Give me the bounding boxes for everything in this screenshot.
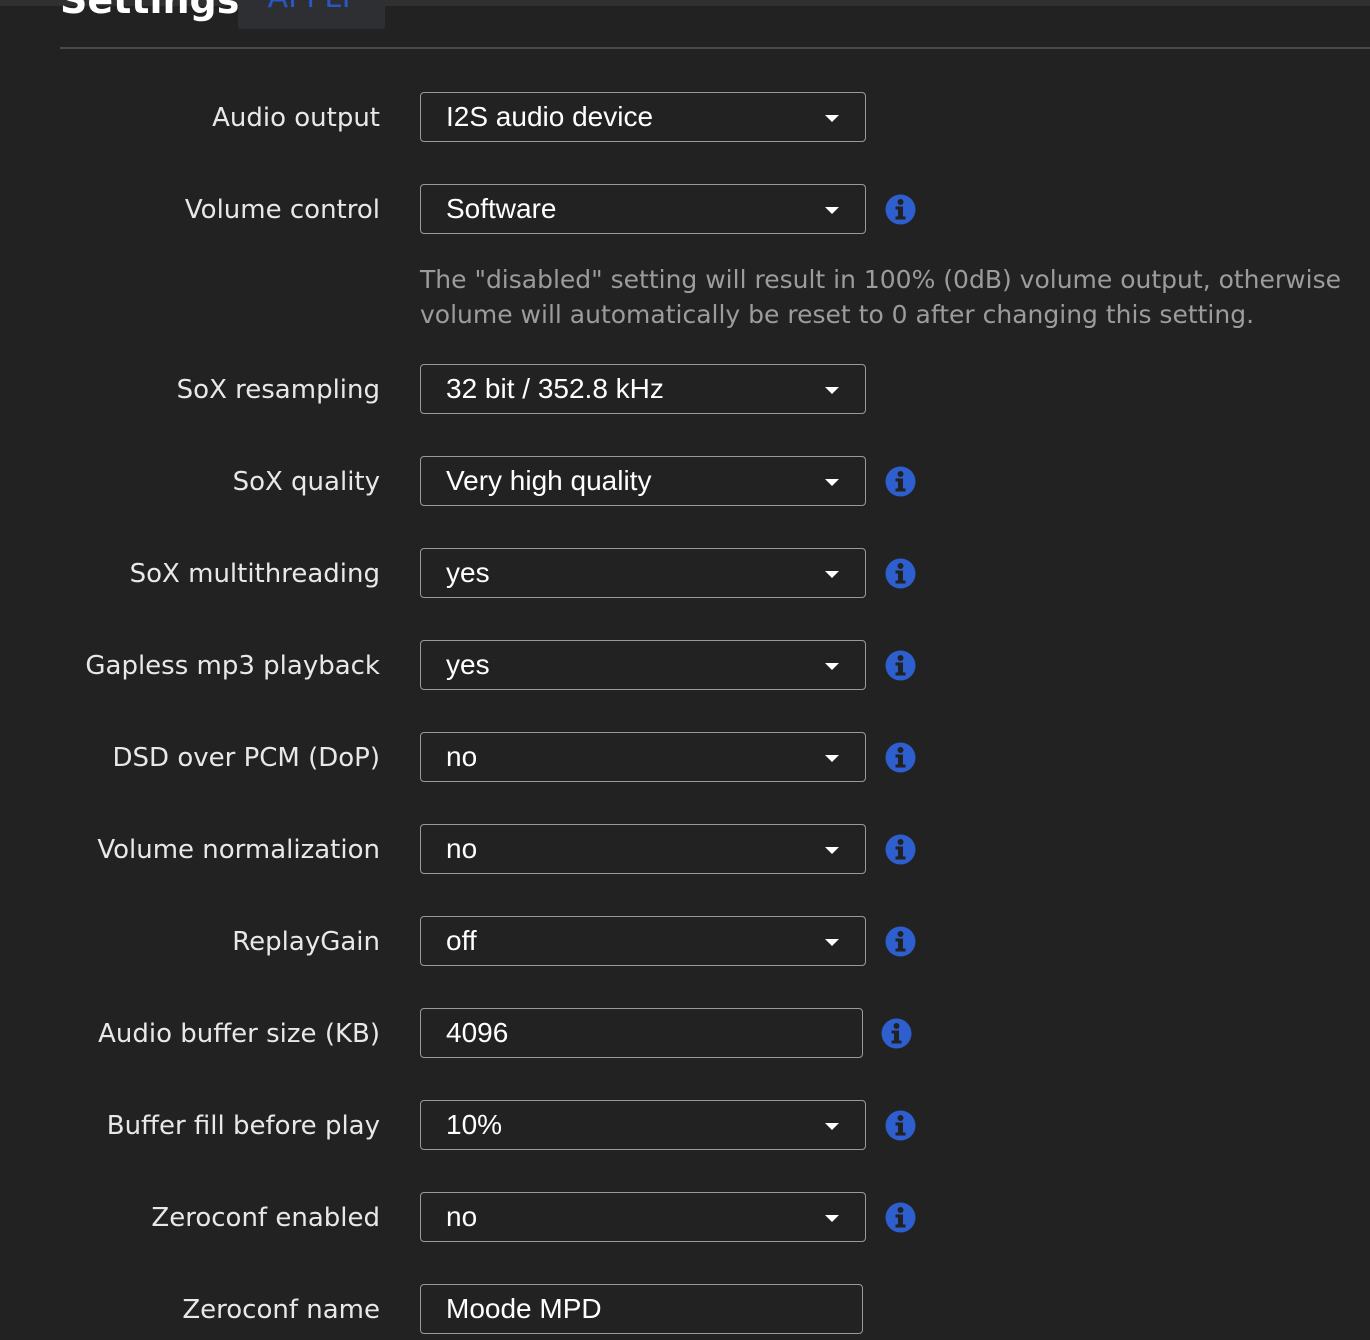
setting-label-gapless-mp3-playback: Gapless mp3 playback <box>85 651 380 681</box>
caret-down-icon <box>825 1215 839 1222</box>
info-icon[interactable] <box>885 466 916 497</box>
setting-row-replaygain: ReplayGain off <box>0 916 1370 968</box>
volume-help-line-2: volume will automatically be reset to 0 … <box>420 300 1255 329</box>
caret-down-icon <box>825 663 839 670</box>
sox-resampling-select[interactable]: 32 bit / 352.8 kHz <box>420 364 866 414</box>
caret-down-icon <box>825 571 839 578</box>
volume-normalization-select[interactable]: no <box>420 824 866 874</box>
caret-down-icon <box>825 1123 839 1130</box>
setting-label-volume-control: Volume control <box>184 195 380 225</box>
setting-label-dsd-over-pcm-dop: DSD over PCM (DoP) <box>112 743 380 773</box>
setting-label-audio-output: Audio output <box>212 103 380 133</box>
page-title: Settings <box>60 0 240 22</box>
caret-down-icon <box>825 479 839 486</box>
caret-down-icon <box>825 755 839 762</box>
caret-down-icon <box>825 115 839 122</box>
volume-control-select[interactable]: Software <box>420 184 866 234</box>
zeroconf-name-input[interactable]: Moode MPD <box>420 1284 863 1334</box>
setting-label-replaygain: ReplayGain <box>232 927 380 957</box>
audio-buffer-size-kb-value: 4096 <box>446 1017 509 1048</box>
audio-output-select[interactable]: I2S audio device <box>420 92 866 142</box>
setting-row-buffer-fill-before-play: Buffer fill before play 10% <box>0 1100 1370 1152</box>
setting-label-zeroconf-enabled: Zeroconf enabled <box>151 1203 380 1233</box>
setting-row-volume-control: Volume control Software <box>0 184 1370 236</box>
info-icon[interactable] <box>885 194 916 225</box>
setting-row-zeroconf-name: Zeroconf name Moode MPD <box>0 1284 1370 1336</box>
gapless-mp3-playback-value: yes <box>446 649 490 680</box>
header-divider <box>60 47 1370 49</box>
buffer-fill-before-play-select[interactable]: 10% <box>420 1100 866 1150</box>
caret-down-icon <box>825 939 839 946</box>
setting-label-volume-normalization: Volume normalization <box>97 835 380 865</box>
zeroconf-name-value: Moode MPD <box>446 1293 602 1324</box>
info-icon[interactable] <box>885 650 916 681</box>
replaygain-value: off <box>446 925 477 956</box>
caret-down-icon <box>825 387 839 394</box>
settings-header: Settings APPLY <box>60 0 1370 48</box>
caret-down-icon <box>825 847 839 854</box>
info-icon[interactable] <box>885 1202 916 1233</box>
info-icon[interactable] <box>885 558 916 589</box>
volume-help-line-1: The "disabled" setting will result in 10… <box>420 265 1341 294</box>
info-icon[interactable] <box>885 926 916 957</box>
gapless-mp3-playback-select[interactable]: yes <box>420 640 866 690</box>
setting-row-sox-multithreading: SoX multithreading yes <box>0 548 1370 600</box>
info-icon[interactable] <box>885 834 916 865</box>
setting-label-sox-quality: SoX quality <box>232 467 380 497</box>
sox-multithreading-select[interactable]: yes <box>420 548 866 598</box>
dsd-over-pcm-dop-select[interactable]: no <box>420 732 866 782</box>
zeroconf-enabled-select[interactable]: no <box>420 1192 866 1242</box>
dsd-over-pcm-dop-value: no <box>446 741 478 772</box>
sox-resampling-value: 32 bit / 352.8 kHz <box>446 373 664 404</box>
settings-page: Settings APPLY Audio output I2S audio dev… <box>0 0 1370 1340</box>
setting-label-sox-resampling: SoX resampling <box>176 375 380 405</box>
setting-label-buffer-fill-before-play: Buffer fill before play <box>106 1111 380 1141</box>
setting-row-sox-quality: SoX quality Very high quality <box>0 456 1370 508</box>
setting-row-zeroconf-enabled: Zeroconf enabled no <box>0 1192 1370 1244</box>
sox-quality-value: Very high quality <box>446 465 652 496</box>
volume-normalization-value: no <box>446 833 478 864</box>
setting-row-dsd-over-pcm-dop: DSD over PCM (DoP) no <box>0 732 1370 784</box>
volume-control-help: The "disabled" setting will result in 10… <box>420 262 1360 332</box>
setting-label-sox-multithreading: SoX multithreading <box>129 559 380 589</box>
info-icon[interactable] <box>885 742 916 773</box>
setting-label-audio-buffer-size-kb: Audio buffer size (KB) <box>98 1019 380 1049</box>
volume-control-value: Software <box>446 193 557 224</box>
setting-row-volume-normalization: Volume normalization no <box>0 824 1370 876</box>
info-icon[interactable] <box>885 1110 916 1141</box>
audio-output-value: I2S audio device <box>446 101 654 132</box>
caret-down-icon <box>825 207 839 214</box>
setting-row-sox-resampling: SoX resampling 32 bit / 352.8 kHz <box>0 364 1370 416</box>
sox-multithreading-value: yes <box>446 557 490 588</box>
zeroconf-enabled-value: no <box>446 1201 478 1232</box>
setting-row-audio-output: Audio output I2S audio device <box>0 92 1370 144</box>
buffer-fill-before-play-value: 10% <box>446 1109 503 1140</box>
audio-buffer-size-kb-input[interactable]: 4096 <box>420 1008 863 1058</box>
sox-quality-select[interactable]: Very high quality <box>420 456 866 506</box>
setting-row-gapless-mp3-playback: Gapless mp3 playback yes <box>0 640 1370 692</box>
apply-button[interactable]: APPLY <box>238 0 385 29</box>
setting-label-zeroconf-name: Zeroconf name <box>182 1295 380 1325</box>
replaygain-select[interactable]: off <box>420 916 866 966</box>
setting-row-audio-buffer-size-kb: Audio buffer size (KB) 4096 <box>0 1008 1370 1060</box>
info-icon[interactable] <box>881 1018 912 1049</box>
